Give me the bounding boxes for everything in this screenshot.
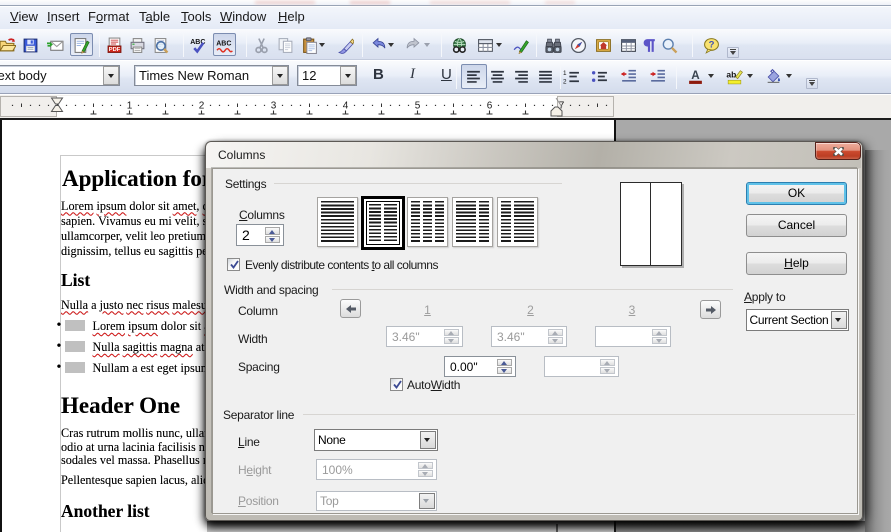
svg-text:3: 3 (271, 101, 277, 112)
svg-text:1: 1 (127, 101, 133, 112)
svg-text:4: 4 (343, 101, 349, 112)
svg-text:6: 6 (487, 101, 493, 112)
svg-text:ABC: ABC (216, 40, 231, 47)
svg-text:?: ? (708, 39, 714, 50)
svg-text:ab: ab (726, 69, 736, 79)
svg-text:2: 2 (199, 101, 205, 112)
svg-text:2: 2 (563, 78, 567, 85)
svg-text:PDF: PDF (108, 47, 120, 53)
svg-text:A: A (691, 69, 700, 82)
svg-text:1: 1 (563, 69, 567, 76)
svg-text:5: 5 (415, 101, 421, 112)
